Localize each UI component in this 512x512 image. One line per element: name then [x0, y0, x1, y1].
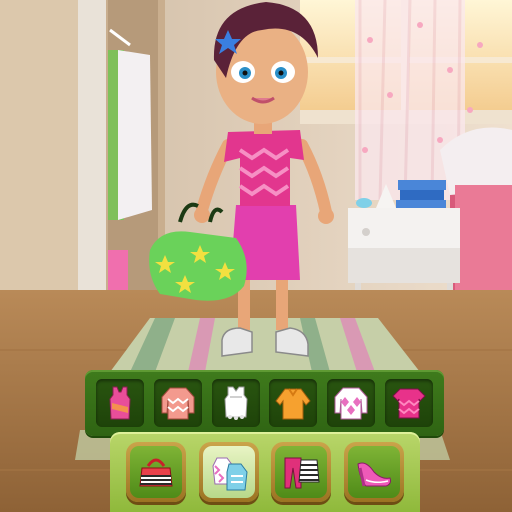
category-button-shoes-face	[347, 446, 400, 498]
category-tray	[110, 432, 420, 512]
outfit-slot-chevron-sweater[interactable]	[153, 379, 202, 427]
tank-top-icon	[109, 386, 131, 420]
tops-icon	[212, 457, 248, 491]
outfit-tray	[85, 370, 444, 436]
diamond-sweater-icon	[334, 387, 368, 420]
category-button-tops-face	[202, 446, 255, 498]
outfit-slot-lace-top[interactable]	[211, 379, 260, 427]
outfit-slot-tank-top[interactable]	[95, 379, 144, 427]
category-button-bottoms-face	[275, 446, 328, 498]
outfit-slot-diamond-sweater[interactable]	[327, 379, 376, 427]
lace-top-icon	[224, 386, 248, 420]
outfit-slot-orange-blouse[interactable]	[269, 379, 318, 427]
outfit-slot-pink-chevron-top[interactable]	[385, 379, 434, 427]
shoes-icon	[357, 462, 391, 487]
orange-blouse-icon	[275, 388, 312, 420]
chevron-sweater-icon	[161, 387, 195, 420]
category-button-bottoms[interactable]	[271, 442, 332, 502]
pink-chevron-top-icon	[392, 388, 426, 419]
handbag-icon	[139, 458, 173, 487]
category-button-tops[interactable]	[198, 442, 259, 502]
bottoms-icon	[284, 457, 320, 489]
category-button-shoes[interactable]	[343, 442, 404, 502]
category-button-bags-face	[130, 446, 183, 498]
category-button-bags[interactable]	[126, 442, 187, 502]
